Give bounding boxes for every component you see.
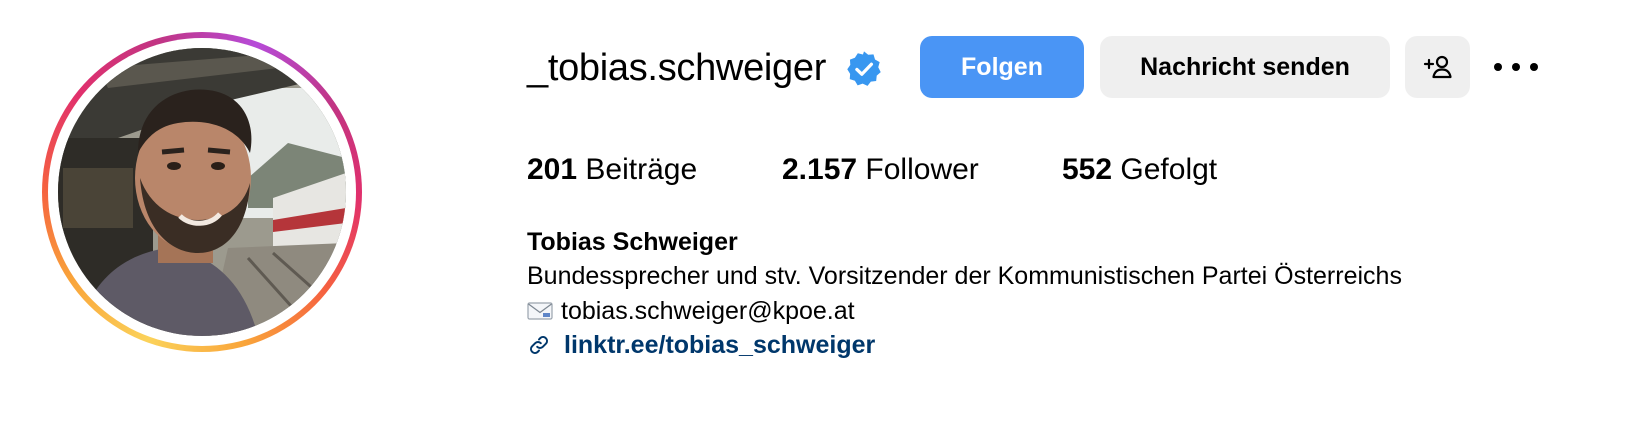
posts-count: 201 — [527, 153, 578, 186]
external-link-text[interactable]: linktr.ee/tobias_schweiger — [564, 329, 875, 361]
suggested-accounts-button[interactable] — [1405, 36, 1470, 98]
send-message-button[interactable]: Nachricht senden — [1100, 36, 1390, 98]
verified-badge-icon — [847, 51, 881, 86]
posts-stat: 201 Beiträge — [527, 151, 697, 189]
following-label: Gefolgt — [1120, 153, 1218, 186]
followers-label: Follower — [865, 153, 979, 186]
bio-text: Bundessprecher und stv. Vorsitzender der… — [527, 262, 1402, 290]
posts-label: Beiträge — [585, 153, 698, 186]
bio-email: tobias.schweiger@kpoe.at — [561, 297, 855, 325]
avatar[interactable] — [58, 48, 346, 336]
full-name: Tobias Schweiger — [527, 228, 738, 256]
username: _tobias.schweiger — [527, 47, 827, 89]
more-dot — [1530, 63, 1538, 71]
more-options-icon[interactable] — [1494, 56, 1538, 78]
bio-email-line: tobias.schweiger@kpoe.at — [527, 295, 855, 327]
avatar-ring-gap — [48, 38, 356, 346]
avatar-photo — [58, 48, 346, 336]
more-dot — [1494, 63, 1502, 71]
following-stat[interactable]: 552 Gefolgt — [1062, 151, 1217, 189]
external-link[interactable]: linktr.ee/tobias_schweiger — [527, 329, 875, 361]
followers-stat[interactable]: 2.157 Follower — [782, 151, 979, 189]
more-dot — [1512, 63, 1520, 71]
profile-header: _tobias.schweiger Folgen Nachricht sende… — [0, 0, 1634, 434]
followers-count: 2.157 — [782, 153, 858, 186]
follow-button[interactable]: Folgen — [920, 36, 1084, 98]
profile-avatar-story-ring[interactable] — [42, 32, 362, 352]
person-add-icon — [1423, 55, 1452, 79]
envelope-icon — [527, 302, 553, 320]
link-icon — [530, 336, 548, 354]
following-count: 552 — [1062, 153, 1113, 186]
